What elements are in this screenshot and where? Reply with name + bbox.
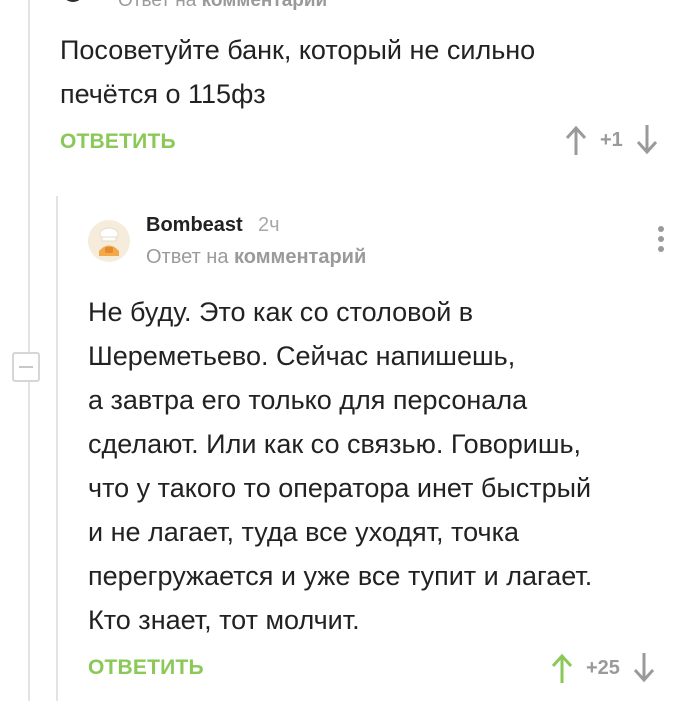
reply-prefix: Ответ на — [146, 246, 229, 268]
thread-line-outer-lower[interactable] — [28, 382, 30, 701]
more-vertical-icon — [658, 226, 664, 232]
comment-text: Не буду. Это как со столовой в Шереметье… — [88, 297, 593, 635]
upvote-button[interactable] — [550, 652, 574, 684]
comment-vote-controls: +25 — [550, 652, 656, 684]
more-options-button[interactable] — [654, 226, 668, 256]
parent-reply-prefix: Ответ на — [118, 0, 197, 11]
comment-author[interactable]: Bombeast — [146, 214, 243, 237]
parent-reply-button[interactable]: ОТВЕТИТЬ — [60, 130, 176, 154]
collapse-thread-button[interactable] — [12, 352, 40, 382]
arrow-down-icon — [633, 653, 655, 683]
comment-reply-to: Ответ на комментарий — [146, 246, 366, 269]
parent-avatar[interactable] — [62, 0, 84, 2]
thread-line-outer[interactable] — [28, 0, 30, 352]
reply-button[interactable]: ОТВЕТИТЬ — [88, 656, 204, 680]
chef-avatar-icon — [88, 220, 130, 262]
parent-comment-text: Посоветуйте банк, который не сильно печё… — [60, 35, 536, 109]
parent-score: +1 — [600, 128, 623, 151]
parent-reply-to: Ответ на комментарий — [118, 0, 327, 12]
comments-view: Ответ на комментарий Посоветуйте банк, к… — [0, 0, 700, 701]
thread-line-inner[interactable] — [56, 196, 58, 701]
arrow-up-icon — [551, 653, 573, 683]
parent-vote-controls: +1 — [564, 124, 659, 156]
downvote-button[interactable] — [632, 652, 656, 684]
more-vertical-dot — [658, 236, 664, 242]
minus-icon — [19, 366, 33, 368]
parent-reply-target-link[interactable]: комментарий — [202, 0, 328, 11]
arrow-up-icon — [565, 125, 587, 155]
more-vertical-dot — [658, 246, 664, 252]
arrow-down-icon — [636, 125, 657, 155]
avatar[interactable] — [88, 220, 130, 262]
reply-target-link[interactable]: комментарий — [234, 246, 366, 268]
comment-time: 2ч — [258, 214, 280, 236]
upvote-button[interactable] — [564, 124, 588, 156]
comment-score: +25 — [586, 656, 620, 679]
downvote-button[interactable] — [635, 124, 659, 156]
